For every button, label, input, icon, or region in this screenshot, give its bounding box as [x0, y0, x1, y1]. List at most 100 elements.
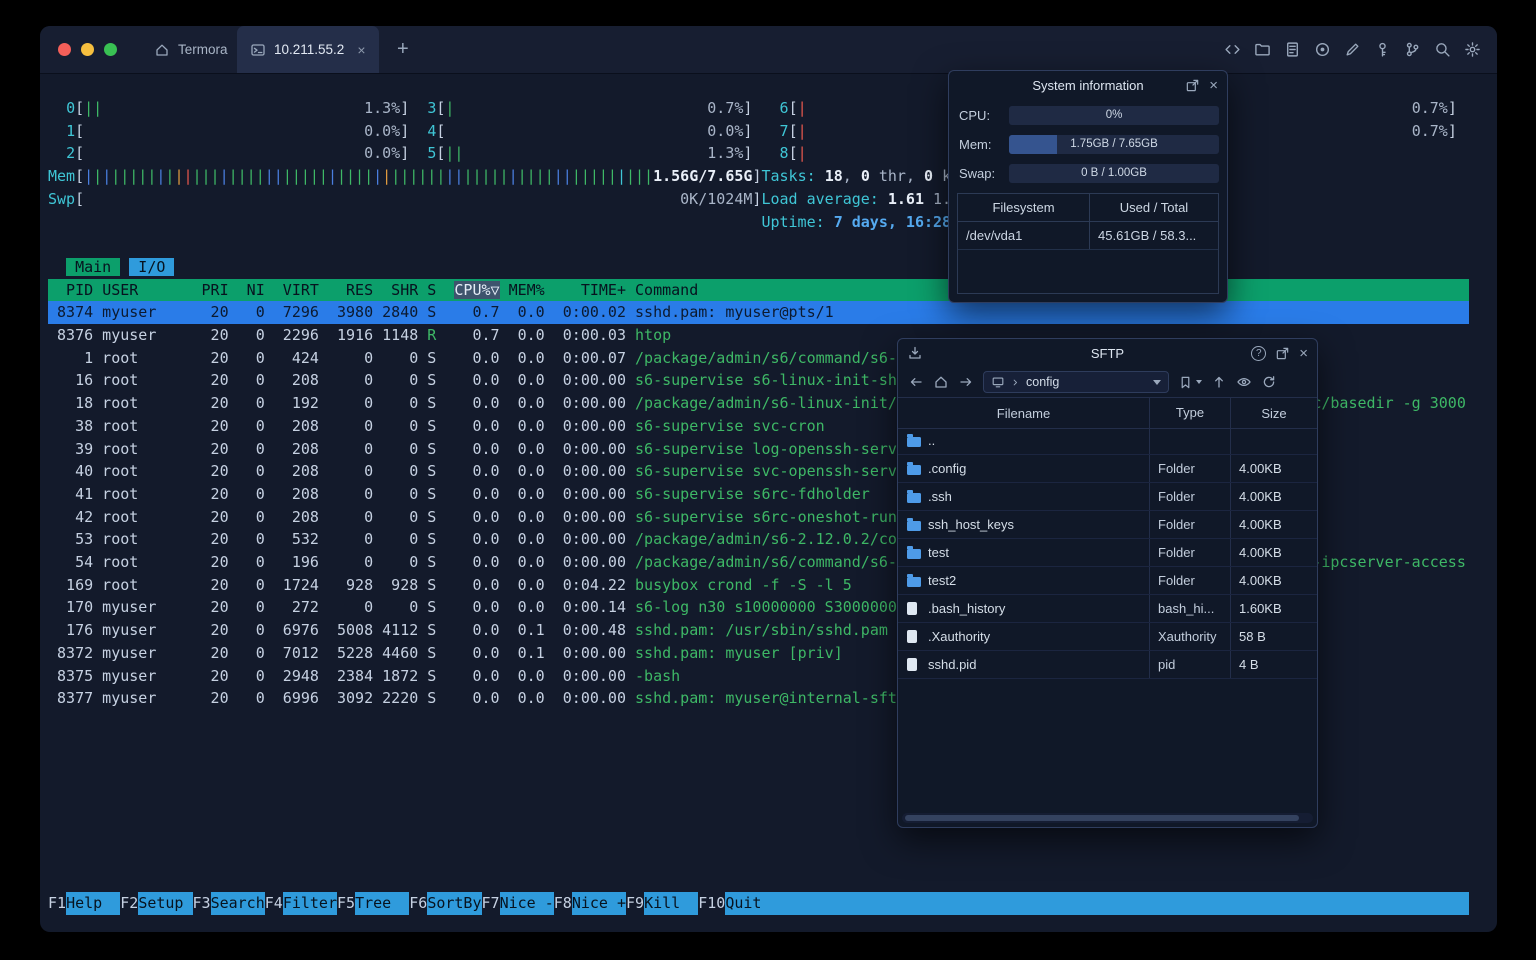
- horizontal-scrollbar[interactable]: [902, 813, 1313, 823]
- bookmarks-control[interactable]: [1178, 375, 1202, 390]
- key-icon[interactable]: [1374, 41, 1391, 58]
- fkey-f2[interactable]: F2 Setup: [120, 892, 193, 915]
- fkey-f9[interactable]: F9 Kill: [626, 892, 699, 915]
- process-row[interactable]: 8376 myuser 20 0 2296 1916 1148 R 0.7 0.…: [48, 324, 671, 347]
- close-panel-icon[interactable]: ×: [1299, 346, 1308, 361]
- file-type: Folder: [1149, 567, 1231, 594]
- file-size: 4.00KB: [1239, 573, 1282, 588]
- tab-session[interactable]: 10.211.55.2 ×: [237, 26, 379, 73]
- file-type: [1149, 427, 1231, 454]
- file-row[interactable]: .Xauthority Xauthority 58 B: [898, 623, 1317, 651]
- log-icon[interactable]: [1284, 41, 1301, 58]
- filesystem-row[interactable]: /dev/vda1 45.61GB / 58.3...: [958, 222, 1218, 250]
- forward-icon[interactable]: [958, 374, 974, 390]
- up-directory-icon[interactable]: [1211, 374, 1227, 390]
- new-tab-button[interactable]: +: [397, 26, 409, 73]
- file-size: 4.00KB: [1239, 517, 1282, 532]
- file-type: Folder: [1149, 455, 1231, 482]
- cpu-usage-row: CPU: 0%: [949, 106, 1227, 125]
- branch-icon[interactable]: [1404, 41, 1421, 58]
- file-row[interactable]: .bash_history bash_hi... 1.60KB: [898, 595, 1317, 623]
- close-panel-icon[interactable]: ×: [1209, 78, 1218, 93]
- file-name: test: [928, 545, 949, 560]
- titlebar: Termora 10.211.55.2 × +: [40, 26, 1497, 74]
- tab-termora[interactable]: Termora: [140, 26, 242, 73]
- path-breadcrumb[interactable]: config: [983, 371, 1169, 393]
- process-row[interactable]: 8377 myuser 20 0 6996 3092 2220 S 0.0 0.…: [48, 687, 906, 710]
- folder-icon: [898, 517, 928, 531]
- folder-icon: [898, 573, 928, 587]
- open-in-window-icon[interactable]: [1185, 78, 1200, 93]
- process-row[interactable]: 39 root 20 0 208 0 0 S 0.0 0.0 0:00.00 s…: [48, 438, 915, 461]
- file-size: 4.00KB: [1239, 461, 1282, 476]
- process-row[interactable]: 8372 myuser 20 0 7012 5228 4460 S 0.0 0.…: [48, 642, 843, 665]
- folder-icon: [898, 433, 928, 447]
- file-row[interactable]: .config Folder 4.00KB: [898, 455, 1317, 483]
- refresh-icon[interactable]: [1261, 374, 1277, 390]
- file-row[interactable]: test2 Folder 4.00KB: [898, 567, 1317, 595]
- process-row[interactable]: 169 root 20 0 1724 928 928 S 0.0 0.0 0:0…: [48, 574, 852, 597]
- zoom-window-button[interactable]: [104, 43, 117, 56]
- fkey-f8[interactable]: F8 Nice +: [554, 892, 626, 915]
- folder-icon: [898, 489, 928, 503]
- help-icon[interactable]: ?: [1251, 345, 1267, 361]
- minimize-window-button[interactable]: [81, 43, 94, 56]
- fkey-f4[interactable]: F4 Filter: [265, 892, 337, 915]
- column-size[interactable]: Size: [1231, 406, 1317, 421]
- mem-usage-row: Mem: 1.75GB / 7.65GB: [949, 135, 1227, 154]
- process-row[interactable]: 40 root 20 0 208 0 0 S 0.0 0.0 0:00.00 s…: [48, 460, 915, 483]
- column-filename[interactable]: Filename: [898, 406, 1149, 421]
- back-icon[interactable]: [908, 374, 924, 390]
- tab-termora-label: Termora: [178, 42, 228, 57]
- cpu-usage-value: 0%: [1105, 109, 1123, 121]
- file-name: .Xauthority: [928, 629, 991, 644]
- file-icon: [898, 658, 928, 671]
- process-row[interactable]: 41 root 20 0 208 0 0 S 0.0 0.0 0:00.00 s…: [48, 483, 870, 506]
- bookmark-caret-icon: [1196, 380, 1202, 384]
- path-dropdown-caret-icon[interactable]: [1153, 379, 1161, 385]
- process-row[interactable]: 42 root 20 0 208 0 0 S 0.0 0.0 0:00.00 s…: [48, 506, 924, 529]
- download-transfers-icon[interactable]: [907, 345, 923, 361]
- sort-column-cpu[interactable]: CPU%▽: [454, 280, 500, 299]
- system-information-panel: System information × CPU: 0% Mem: 1.75GB…: [948, 70, 1228, 303]
- process-table-header[interactable]: PID USER PRI NI VIRT RES SHR S CPU%▽ MEM…: [48, 278, 1469, 302]
- htop-tab-main[interactable]: Main: [66, 257, 121, 276]
- scrollbar-thumb[interactable]: [905, 815, 1299, 821]
- mem-usage-bar: 1.75GB / 7.65GB: [1009, 135, 1219, 154]
- file-row[interactable]: sshd.pid pid 4 B: [898, 651, 1317, 679]
- process-row[interactable]: 16 root 20 0 208 0 0 S 0.0 0.0 0:00.00 s…: [48, 369, 960, 392]
- home-icon[interactable]: [933, 374, 949, 390]
- eye-icon[interactable]: [1236, 374, 1252, 390]
- column-used-total: Used / Total: [1119, 200, 1189, 215]
- fkey-f6[interactable]: F6 SortBy: [409, 892, 482, 915]
- record-icon[interactable]: [1314, 41, 1331, 58]
- home-icon: [154, 42, 170, 58]
- fkey-f10[interactable]: F10 Quit: [698, 892, 780, 915]
- close-window-button[interactable]: [58, 43, 71, 56]
- file-type: Xauthority: [1149, 623, 1231, 650]
- process-row[interactable]: 8375 myuser 20 0 2948 2384 1872 S 0.0 0.…: [48, 665, 680, 688]
- column-type[interactable]: Type: [1149, 398, 1231, 428]
- process-row[interactable]: 38 root 20 0 208 0 0 S 0.0 0.0 0:00.00 s…: [48, 415, 825, 438]
- file-name: sshd.pid: [928, 657, 977, 672]
- close-tab-icon[interactable]: ×: [357, 42, 365, 58]
- file-size: 1.60KB: [1239, 601, 1282, 616]
- edit-pencil-icon[interactable]: [1344, 41, 1361, 58]
- fkey-f7[interactable]: F7 Nice -: [482, 892, 554, 915]
- open-in-window-icon[interactable]: [1275, 346, 1290, 361]
- folder-icon[interactable]: [1254, 41, 1271, 58]
- code-icon[interactable]: [1224, 41, 1241, 58]
- fkey-f3[interactable]: F3 Search: [193, 892, 265, 915]
- search-icon[interactable]: [1434, 41, 1451, 58]
- htop-tab-io[interactable]: I/O: [129, 257, 175, 276]
- file-row[interactable]: ssh_host_keys Folder 4.00KB: [898, 511, 1317, 539]
- file-type: Folder: [1149, 483, 1231, 510]
- file-row[interactable]: ..: [898, 427, 1317, 455]
- fkey-f5[interactable]: F5 Tree: [337, 892, 410, 915]
- fkey-f1[interactable]: F1 Help: [48, 892, 121, 915]
- file-row[interactable]: .ssh Folder 4.00KB: [898, 483, 1317, 511]
- file-name: ssh_host_keys: [928, 517, 1014, 532]
- settings-gear-icon[interactable]: [1464, 41, 1481, 58]
- file-row[interactable]: test Folder 4.00KB: [898, 539, 1317, 567]
- process-row-selected[interactable]: 8374 myuser 20 0 7296 3980 2840 S 0.7 0.…: [48, 301, 1469, 324]
